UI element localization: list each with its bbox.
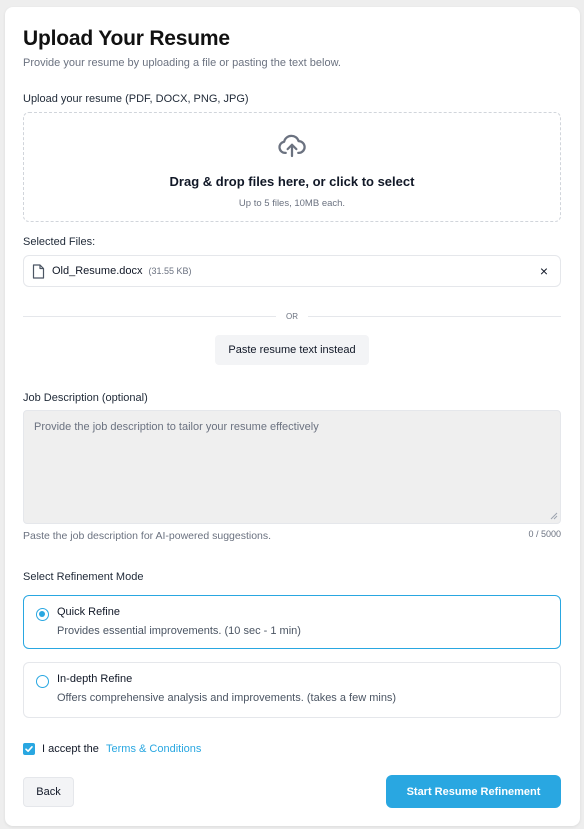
character-counter: 0 / 5000 xyxy=(528,529,561,539)
option-title: In-depth Refine xyxy=(57,673,133,685)
option-description: Offers comprehensive analysis and improv… xyxy=(57,692,397,704)
terms-and-conditions-link[interactable]: Terms & Conditions xyxy=(106,743,201,755)
start-refinement-button[interactable]: Start Resume Refinement xyxy=(386,775,561,808)
file-dropzone[interactable]: Drag & drop files here, or click to sele… xyxy=(23,112,561,222)
option-in-depth-refine[interactable]: In-depth Refine Offers comprehensive ana… xyxy=(23,662,561,718)
selected-file-item: Old_Resume.docx (31.55 KB) × xyxy=(23,255,561,287)
checkmark-icon xyxy=(25,746,33,752)
quick-refine-radio[interactable] xyxy=(36,608,49,621)
resize-handle-icon[interactable] xyxy=(550,512,558,520)
job-description-label: Job Description (optional) xyxy=(23,392,148,404)
accept-terms-label: I accept the xyxy=(42,743,99,755)
paste-resume-text-button[interactable]: Paste resume text instead xyxy=(215,335,369,365)
selected-files-label: Selected Files: xyxy=(23,236,96,248)
back-button[interactable]: Back xyxy=(23,777,74,807)
option-description: Provides essential improvements. (10 sec… xyxy=(57,625,301,637)
job-description-input[interactable] xyxy=(23,410,561,524)
dropzone-hint: Up to 5 files, 10MB each. xyxy=(238,198,346,209)
cloud-upload-icon xyxy=(278,134,306,158)
in-depth-refine-radio[interactable] xyxy=(36,675,49,688)
job-description-hint: Paste the job description for AI-powered… xyxy=(23,530,272,542)
option-title: Quick Refine xyxy=(57,606,120,618)
file-size: (31.55 KB) xyxy=(148,266,192,276)
remove-file-button[interactable]: × xyxy=(538,264,550,278)
or-separator-text: OR xyxy=(276,312,308,321)
dropzone-title: Drag & drop files here, or click to sele… xyxy=(169,174,415,189)
file-icon xyxy=(32,263,45,279)
page-subtitle: Provide your resume by uploading a file … xyxy=(23,57,341,69)
upload-label: Upload your resume (PDF, DOCX, PNG, JPG) xyxy=(23,93,249,105)
option-quick-refine[interactable]: Quick Refine Provides essential improvem… xyxy=(23,595,561,649)
file-name: Old_Resume.docx xyxy=(52,265,143,277)
terms-checkbox[interactable] xyxy=(23,743,35,755)
page-title: Upload Your Resume xyxy=(23,27,230,50)
refinement-mode-label: Select Refinement Mode xyxy=(23,571,144,583)
